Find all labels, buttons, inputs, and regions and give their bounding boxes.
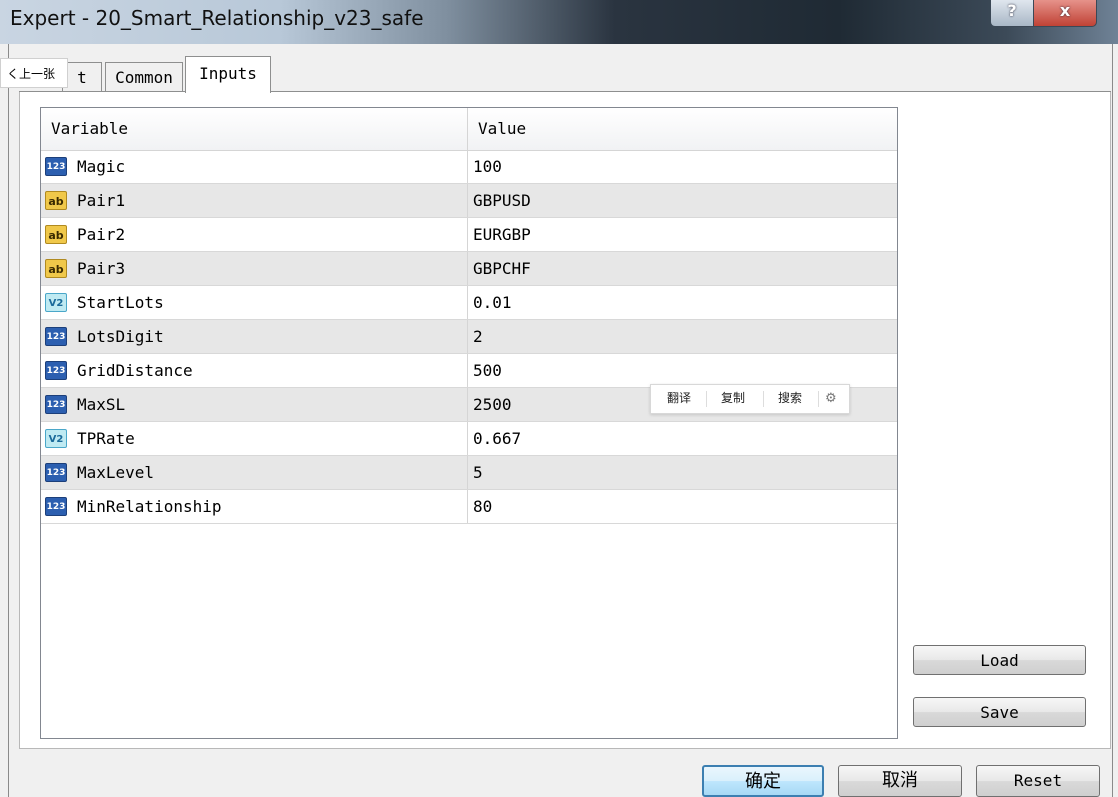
variable-value: 80 <box>473 497 493 516</box>
value-cell[interactable]: EURGBP <box>468 218 897 251</box>
variable-cell[interactable]: ab Pair3 <box>41 252 468 285</box>
search-button[interactable]: 搜索 <box>778 385 802 412</box>
close-button[interactable]: x <box>1033 0 1097 27</box>
variable-name: MaxSL <box>77 395 126 414</box>
value-cell[interactable]: GBPUSD <box>468 184 897 217</box>
variable-cell[interactable]: 123 Magic <box>41 150 468 183</box>
translate-button[interactable]: 翻译 <box>667 385 691 412</box>
variable-cell[interactable]: V2 TPRate <box>41 422 468 455</box>
variable-value: GBPUSD <box>473 191 531 210</box>
variable-name: Pair1 <box>77 191 126 210</box>
table-row[interactable]: ab Pair2 EURGBP <box>41 218 897 252</box>
variable-cell[interactable]: 123 MaxSL <box>41 388 468 421</box>
ok-button[interactable]: 确定 <box>702 765 824 797</box>
tab-testing[interactable]: t <box>62 62 102 92</box>
variable-name: LotsDigit <box>77 327 164 346</box>
value-cell[interactable]: 500 <box>468 354 897 387</box>
cancel-button[interactable]: 取消 <box>838 765 962 797</box>
close-icon: x <box>1059 1 1071 20</box>
column-header-value[interactable]: Value <box>468 108 897 150</box>
variable-value: 100 <box>473 157 502 176</box>
variable-value: GBPCHF <box>473 259 531 278</box>
help-icon: ? <box>1007 1 1017 20</box>
divider <box>763 391 764 407</box>
variable-cell[interactable]: ab Pair2 <box>41 218 468 251</box>
variable-cell[interactable]: V2 StartLots <box>41 286 468 319</box>
tab-inputs[interactable]: Inputs <box>185 56 271 93</box>
string-type-icon: ab <box>45 259 67 278</box>
int-type-icon: 123 <box>45 395 67 414</box>
table-header: Variable Value <box>41 108 897 151</box>
load-button[interactable]: Load <box>913 645 1086 675</box>
variable-name: Magic <box>77 157 126 176</box>
variable-value: 5 <box>473 463 483 482</box>
table-row[interactable]: ab Pair1 GBPUSD <box>41 184 897 218</box>
double-type-icon: V2 <box>45 293 67 312</box>
variable-name: StartLots <box>77 293 164 312</box>
copy-button[interactable]: 复制 <box>721 385 745 412</box>
value-cell[interactable]: 0.01 <box>468 286 897 319</box>
variable-name: TPRate <box>77 429 135 448</box>
int-type-icon: 123 <box>45 157 67 176</box>
int-type-icon: 123 <box>45 361 67 380</box>
divider <box>818 391 819 407</box>
variable-cell[interactable]: ab Pair1 <box>41 184 468 217</box>
int-type-icon: 123 <box>45 327 67 346</box>
table-row[interactable]: V2 StartLots 0.01 <box>41 286 897 320</box>
string-type-icon: ab <box>45 191 67 210</box>
double-type-icon: V2 <box>45 429 67 448</box>
table-row[interactable]: 123 Magic 100 <box>41 150 897 184</box>
title-bar: Expert - 20_Smart_Relationship_v23_safe … <box>0 0 1118 44</box>
value-cell[interactable]: 100 <box>468 150 897 183</box>
value-cell[interactable]: 5 <box>468 456 897 489</box>
table-row[interactable]: 123 LotsDigit 2 <box>41 320 897 354</box>
variable-name: GridDistance <box>77 361 193 380</box>
value-cell[interactable]: 2 <box>468 320 897 353</box>
value-cell[interactable]: 0.667 <box>468 422 897 455</box>
int-type-icon: 123 <box>45 497 67 516</box>
table-row[interactable]: 123 GridDistance 500 <box>41 354 897 388</box>
variable-name: Pair2 <box>77 225 126 244</box>
variable-name: Pair3 <box>77 259 126 278</box>
window-title: Expert - 20_Smart_Relationship_v23_safe <box>10 6 424 30</box>
column-header-variable[interactable]: Variable <box>41 108 468 150</box>
table-row[interactable]: ab Pair3 GBPCHF <box>41 252 897 286</box>
divider <box>706 391 707 407</box>
context-toolbar: 翻译 复制 搜索 ⚙ <box>650 384 850 414</box>
value-cell[interactable]: GBPCHF <box>468 252 897 285</box>
inputs-table: Variable Value 123 Magic 100 ab Pair1 GBPUSD a… <box>40 107 898 739</box>
variable-value: 0.667 <box>473 429 522 448</box>
reset-button[interactable]: Reset <box>976 765 1100 797</box>
tab-common[interactable]: Common <box>105 62 183 92</box>
save-button[interactable]: Save <box>913 697 1086 727</box>
table-row[interactable]: 123 MinRelationship 80 <box>41 490 897 524</box>
table-row[interactable]: V2 TPRate 0.667 <box>41 422 897 456</box>
help-button[interactable]: ? <box>990 0 1034 27</box>
variable-name: MinRelationship <box>77 497 222 516</box>
variable-value: 2500 <box>473 395 512 414</box>
variable-cell[interactable]: 123 GridDistance <box>41 354 468 387</box>
variable-cell[interactable]: 123 LotsDigit <box>41 320 468 353</box>
string-type-icon: ab <box>45 225 67 244</box>
value-cell[interactable]: 80 <box>468 490 897 523</box>
variable-cell[interactable]: 123 MaxLevel <box>41 456 468 489</box>
variable-cell[interactable]: 123 MinRelationship <box>41 490 468 523</box>
gear-icon[interactable]: ⚙ <box>825 385 837 412</box>
variable-value: EURGBP <box>473 225 531 244</box>
variable-value: 500 <box>473 361 502 380</box>
variable-value: 2 <box>473 327 483 346</box>
previous-image-button[interactable]: く上一张 <box>0 58 68 88</box>
variable-name: MaxLevel <box>77 463 155 482</box>
int-type-icon: 123 <box>45 463 67 482</box>
table-row[interactable]: 123 MaxLevel 5 <box>41 456 897 490</box>
variable-value: 0.01 <box>473 293 512 312</box>
